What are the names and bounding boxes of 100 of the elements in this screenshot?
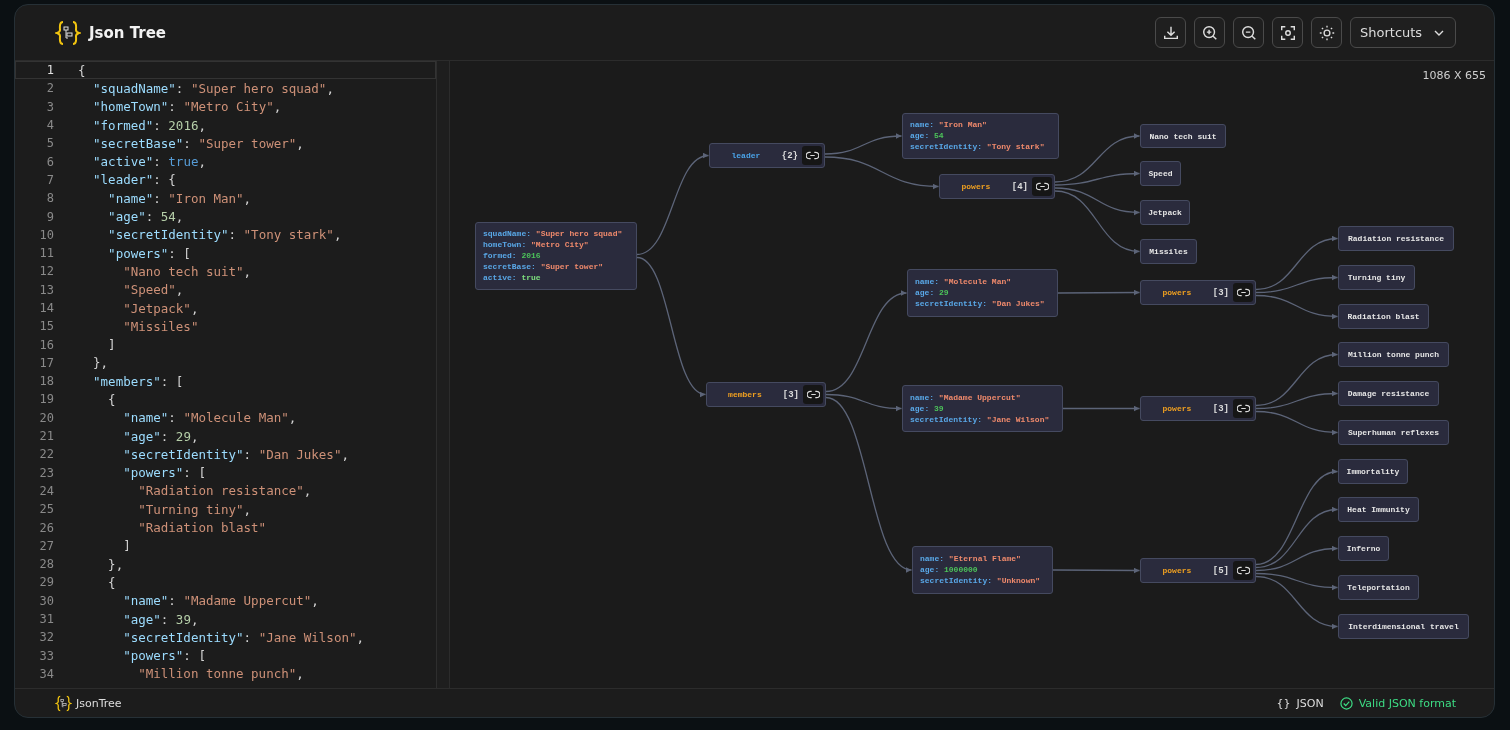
value-node[interactable]: Missiles: [1140, 239, 1197, 264]
node-field: name: "Madame Uppercut": [910, 392, 1055, 403]
code-line: "Turning tiny",: [137, 501, 252, 517]
node-field: name: "Iron Man": [910, 120, 1051, 130]
node-field: homeTown: "Metro City": [483, 240, 629, 250]
line-number: 23: [38, 465, 54, 480]
object-node[interactable]: squadName: "Super hero squad" homeTown: "Metro City" formed: 2016 secretBase: "Super tower" active: true: [475, 222, 637, 290]
code-line: },: [107, 556, 124, 572]
zoom-out-button[interactable]: [1233, 17, 1264, 48]
logo-icon: [55, 694, 72, 712]
format-label: JSON: [1296, 696, 1324, 710]
value-node[interactable]: Immortality: [1338, 459, 1408, 484]
link-icon: [1236, 566, 1250, 575]
node-field: age: 39: [910, 403, 1055, 414]
node-field: secretIdentity: "Unknown": [920, 576, 1045, 586]
code-line: "name": "Madame Uppercut",: [122, 593, 319, 609]
link-icon: [1035, 182, 1049, 191]
value-node[interactable]: Million tonne punch: [1338, 342, 1449, 367]
line-number: 18: [38, 374, 54, 389]
link-button[interactable]: [1233, 399, 1253, 418]
value-node[interactable]: Superhuman reflexes: [1338, 420, 1449, 445]
download-button[interactable]: [1155, 17, 1186, 48]
line-number: 34: [38, 666, 54, 681]
code-line: "powers": [: [122, 648, 206, 664]
line-number: 2: [45, 81, 54, 96]
code-line: ]: [107, 337, 116, 353]
object-node[interactable]: name: "Madame Uppercut" age: 39 secretIdentity: "Jane Wilson": [902, 385, 1063, 432]
focus-icon: [1278, 23, 1297, 42]
object-node[interactable]: name: "Eternal Flame" age: 1000000 secretIdentity: "Unknown": [912, 546, 1053, 594]
value-node[interactable]: Speed: [1140, 161, 1181, 186]
theme-button[interactable]: [1311, 17, 1342, 48]
link-button[interactable]: [802, 146, 822, 165]
link-icon: [806, 390, 820, 399]
key-node[interactable]: powers [4]: [939, 174, 1055, 199]
line-number: 21: [38, 429, 54, 444]
app-name: JsonTree: [76, 696, 122, 710]
code-line: "secretIdentity": "Jane Wilson",: [122, 629, 364, 645]
line-number: 30: [38, 593, 54, 608]
node-count: [3]: [1212, 287, 1229, 298]
key-node[interactable]: leader {2}: [709, 143, 825, 168]
code-line: "Nano tech suit",: [122, 263, 252, 279]
node-label: members: [727, 390, 763, 399]
node-label: powers: [1161, 404, 1193, 413]
value-node[interactable]: Nano tech suit: [1140, 124, 1226, 148]
link-button[interactable]: [803, 385, 823, 404]
value-node[interactable]: Jetpack: [1140, 200, 1190, 225]
shortcuts-dropdown[interactable]: Shortcuts: [1350, 17, 1456, 48]
key-node[interactable]: powers [3]: [1140, 280, 1256, 305]
link-button[interactable]: [1233, 561, 1253, 580]
line-number: 26: [38, 520, 54, 535]
value-node[interactable]: Heat Immunity: [1338, 497, 1419, 522]
line-number: 17: [38, 355, 54, 370]
node-field: squadName: "Super hero squad": [483, 229, 629, 239]
line-number: 7: [45, 172, 54, 187]
line-number: 1: [45, 63, 54, 78]
code-line: "name": "Iron Man",: [107, 190, 252, 206]
node-field: age: 54: [910, 131, 1051, 141]
link-button[interactable]: [1032, 177, 1052, 196]
value-node[interactable]: Inferno: [1338, 536, 1389, 561]
line-number: 25: [38, 502, 54, 517]
node-field: secretIdentity: "Jane Wilson": [910, 414, 1055, 425]
code-line: "homeTown": "Metro City",: [92, 99, 282, 115]
code-line: {: [107, 574, 116, 590]
link-button[interactable]: [1233, 283, 1253, 302]
node-field: formed: 2016: [483, 251, 629, 261]
code-line: {: [107, 392, 116, 407]
code-line: "Radiation resistance",: [137, 483, 312, 499]
code-line: "powers": [: [122, 465, 206, 481]
line-number: 15: [38, 319, 54, 334]
key-node[interactable]: members [3]: [706, 382, 826, 407]
line-number: 16: [38, 337, 54, 352]
value-node[interactable]: Interdimensional travel: [1338, 614, 1469, 639]
zoom-in-button[interactable]: [1194, 17, 1225, 48]
node-count: [3]: [782, 389, 799, 400]
object-node[interactable]: name: "Iron Man" age: 54 secretIdentity: "Tony stark": [902, 113, 1059, 159]
node-field: secretBase: "Super tower": [483, 262, 629, 272]
code-line: "Million tonne punch",: [137, 666, 304, 682]
node-label: leader: [730, 151, 762, 160]
code-line: "members": [: [92, 373, 184, 389]
node-count: [5]: [1212, 565, 1229, 576]
object-node[interactable]: name: "Molecule Man" age: 29 secretIdentity: "Dan Jukes": [907, 269, 1058, 317]
code-line: },: [92, 355, 109, 371]
focus-button[interactable]: [1272, 17, 1303, 48]
line-number: 31: [38, 612, 54, 627]
value-node[interactable]: Damage resistance: [1338, 381, 1439, 406]
value-node[interactable]: Radiation blast: [1338, 304, 1429, 329]
line-number: 19: [38, 392, 54, 407]
value-node[interactable]: Turning tiny: [1338, 265, 1415, 290]
value-node[interactable]: Radiation resistance: [1338, 226, 1454, 251]
code-line: "Missiles": [122, 318, 199, 334]
line-number: 11: [38, 246, 54, 261]
line-number: 29: [38, 575, 54, 590]
validity-status: Valid JSON format: [1358, 696, 1456, 710]
value-node[interactable]: Teleportation: [1338, 575, 1419, 600]
line-number: 27: [38, 538, 54, 553]
line-number: 5: [45, 136, 54, 151]
code-line: "age": 29,: [122, 428, 199, 444]
node-field: name: "Eternal Flame": [920, 554, 1045, 564]
key-node[interactable]: powers [3]: [1140, 396, 1256, 421]
key-node[interactable]: powers [5]: [1140, 558, 1256, 583]
